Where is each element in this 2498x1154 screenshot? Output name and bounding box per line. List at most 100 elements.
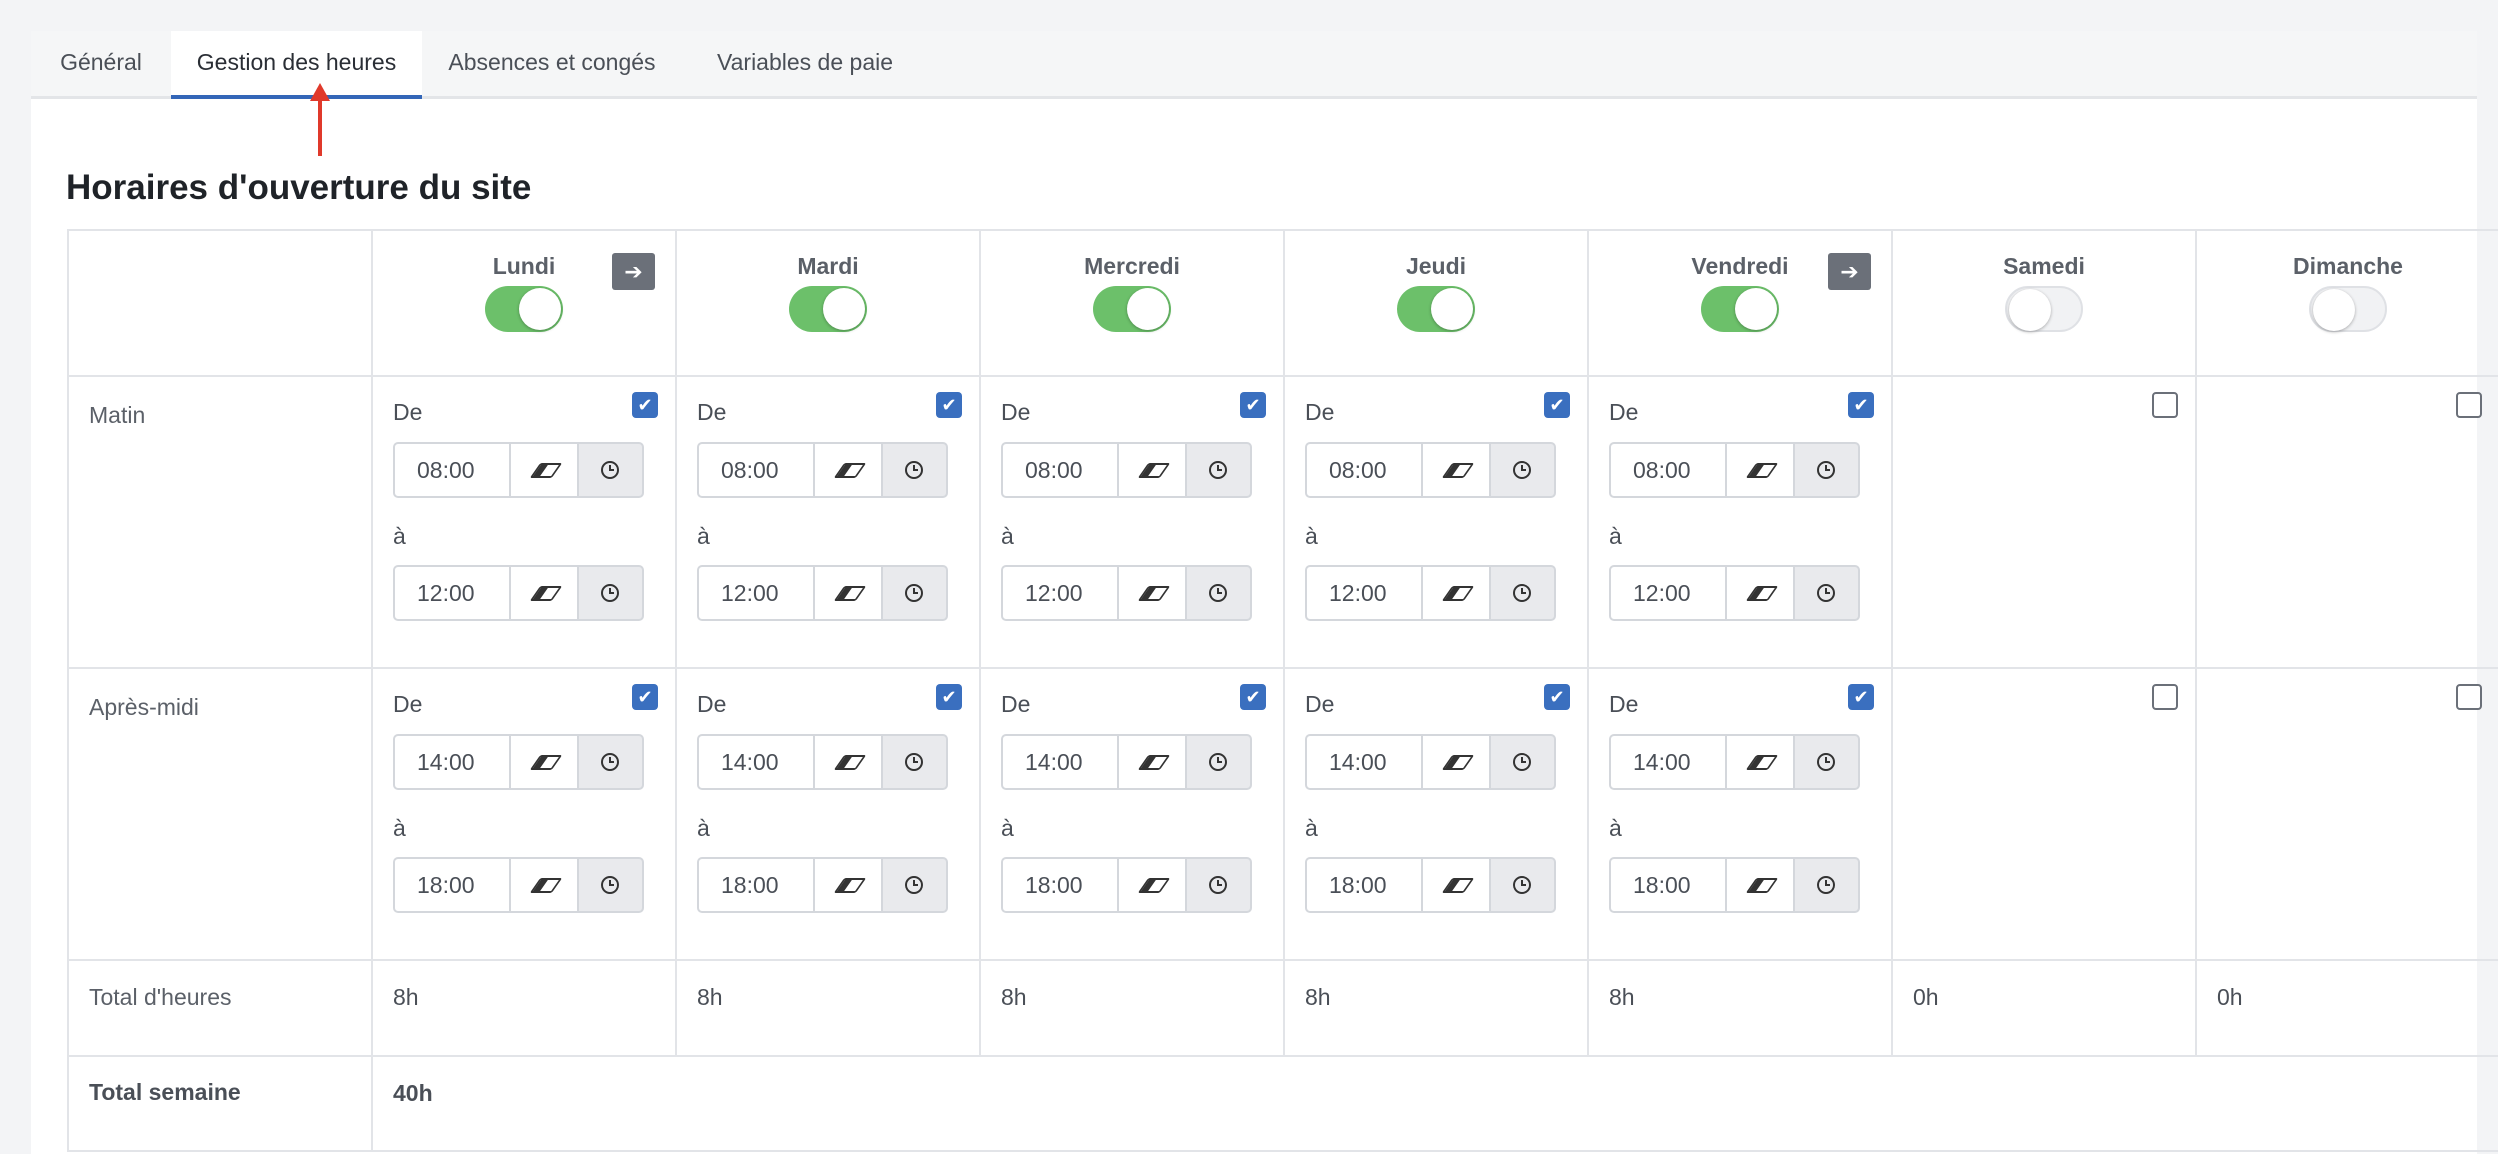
- clear-time-button[interactable]: [1725, 734, 1795, 790]
- clear-time-button[interactable]: [509, 442, 579, 498]
- from-label: De: [393, 691, 423, 717]
- tab-absences-et-conges[interactable]: Absences et congés: [422, 31, 682, 96]
- slot-checkbox[interactable]: ✔: [1544, 392, 1570, 418]
- time-picker-button[interactable]: [1793, 734, 1860, 790]
- clear-time-button[interactable]: [813, 565, 883, 621]
- time-picker-button[interactable]: [1185, 857, 1252, 913]
- time-input-from[interactable]: 14:00: [393, 734, 511, 790]
- slot-checkbox[interactable]: ✔: [1848, 392, 1874, 418]
- time-input-from[interactable]: 14:00: [1305, 734, 1423, 790]
- time-input-group-from: 14:00: [393, 734, 644, 790]
- clear-time-button[interactable]: [1725, 857, 1795, 913]
- time-input-to[interactable]: 12:00: [1001, 565, 1119, 621]
- toggle-knob: [2313, 289, 2355, 331]
- from-label: De: [697, 399, 727, 425]
- time-input-from[interactable]: 08:00: [697, 442, 815, 498]
- time-input-to[interactable]: 18:00: [393, 857, 511, 913]
- day-toggle-samedi[interactable]: [2005, 286, 2083, 332]
- time-picker-button[interactable]: [1185, 442, 1252, 498]
- time-input-to[interactable]: 12:00: [1305, 565, 1423, 621]
- to-label: à: [1001, 815, 1014, 841]
- time-picker-button[interactable]: [1489, 565, 1556, 621]
- clear-time-button[interactable]: [509, 734, 579, 790]
- clear-time-button[interactable]: [1421, 442, 1491, 498]
- slot-checkbox[interactable]: ✔: [936, 392, 962, 418]
- time-picker-button[interactable]: [577, 565, 644, 621]
- day-toggle-mercredi[interactable]: [1093, 286, 1171, 332]
- clear-time-button[interactable]: [1117, 857, 1187, 913]
- slot-checkbox[interactable]: ✔: [1848, 684, 1874, 710]
- tab-variables-de-paie[interactable]: Variables de paie: [682, 31, 928, 96]
- slot-checkbox[interactable]: ✔: [936, 684, 962, 710]
- day-toggle-vendredi[interactable]: [1701, 286, 1779, 332]
- slot-checkbox[interactable]: [2456, 684, 2482, 710]
- slot-checkbox[interactable]: [2456, 392, 2482, 418]
- from-label: De: [1609, 691, 1639, 717]
- clear-time-button[interactable]: [1421, 857, 1491, 913]
- page-title: Horaires d'ouverture du site: [66, 168, 532, 207]
- clear-time-button[interactable]: [813, 442, 883, 498]
- clear-time-button[interactable]: [1725, 442, 1795, 498]
- slot-checkbox[interactable]: ✔: [1544, 684, 1570, 710]
- eraser-icon: [833, 463, 867, 478]
- time-input-to[interactable]: 12:00: [1609, 565, 1727, 621]
- clear-time-button[interactable]: [1421, 734, 1491, 790]
- time-input-from[interactable]: 08:00: [1609, 442, 1727, 498]
- time-picker-button[interactable]: [577, 734, 644, 790]
- time-input-to[interactable]: 18:00: [1609, 857, 1727, 913]
- time-picker-button[interactable]: [881, 857, 948, 913]
- slot-afternoon-dimanche: [2195, 667, 2498, 961]
- copy-day-button[interactable]: ➔: [1828, 253, 1871, 290]
- slot-morning-samedi: [1891, 375, 2197, 669]
- day-toggle-dimanche[interactable]: [2309, 286, 2387, 332]
- time-input-to[interactable]: 12:00: [393, 565, 511, 621]
- time-picker-button[interactable]: [881, 442, 948, 498]
- tab-gestion-des-heures[interactable]: Gestion des heures: [171, 31, 422, 99]
- time-input-from[interactable]: 14:00: [1609, 734, 1727, 790]
- slot-checkbox[interactable]: ✔: [1240, 684, 1266, 710]
- clear-time-button[interactable]: [1117, 442, 1187, 498]
- time-input-to[interactable]: 18:00: [1001, 857, 1119, 913]
- time-input-from[interactable]: 08:00: [393, 442, 511, 498]
- time-picker-button[interactable]: [1793, 565, 1860, 621]
- clear-time-button[interactable]: [1421, 565, 1491, 621]
- time-input-to[interactable]: 18:00: [1305, 857, 1423, 913]
- check-icon: ✔: [941, 687, 957, 707]
- time-picker-button[interactable]: [1793, 442, 1860, 498]
- clear-time-button[interactable]: [1117, 565, 1187, 621]
- time-picker-button[interactable]: [1489, 857, 1556, 913]
- time-picker-button[interactable]: [1793, 857, 1860, 913]
- time-input-from[interactable]: 08:00: [1001, 442, 1119, 498]
- time-picker-button[interactable]: [1185, 734, 1252, 790]
- time-picker-button[interactable]: [577, 857, 644, 913]
- time-input-from[interactable]: 14:00: [1001, 734, 1119, 790]
- slot-checkbox[interactable]: ✔: [632, 684, 658, 710]
- time-picker-button[interactable]: [1489, 734, 1556, 790]
- clear-time-button[interactable]: [1117, 734, 1187, 790]
- day-toggle-mardi[interactable]: [789, 286, 867, 332]
- time-input-from[interactable]: 08:00: [1305, 442, 1423, 498]
- clear-time-button[interactable]: [509, 857, 579, 913]
- time-input-to[interactable]: 12:00: [697, 565, 815, 621]
- day-toggle-jeudi[interactable]: [1397, 286, 1475, 332]
- time-picker-button[interactable]: [881, 565, 948, 621]
- day-header-mardi: Mardi: [675, 229, 981, 377]
- copy-day-button[interactable]: ➔: [612, 253, 655, 290]
- clear-time-button[interactable]: [1725, 565, 1795, 621]
- time-input-to[interactable]: 18:00: [697, 857, 815, 913]
- time-input-group-to: 12:00: [697, 565, 948, 621]
- slot-checkbox[interactable]: ✔: [632, 392, 658, 418]
- time-picker-button[interactable]: [577, 442, 644, 498]
- time-input-from[interactable]: 14:00: [697, 734, 815, 790]
- clear-time-button[interactable]: [509, 565, 579, 621]
- slot-checkbox[interactable]: ✔: [1240, 392, 1266, 418]
- clear-time-button[interactable]: [813, 734, 883, 790]
- slot-checkbox[interactable]: [2152, 392, 2178, 418]
- time-picker-button[interactable]: [1489, 442, 1556, 498]
- tab-general[interactable]: Général: [31, 31, 171, 96]
- time-picker-button[interactable]: [1185, 565, 1252, 621]
- slot-checkbox[interactable]: [2152, 684, 2178, 710]
- clear-time-button[interactable]: [813, 857, 883, 913]
- time-picker-button[interactable]: [881, 734, 948, 790]
- day-toggle-lundi[interactable]: [485, 286, 563, 332]
